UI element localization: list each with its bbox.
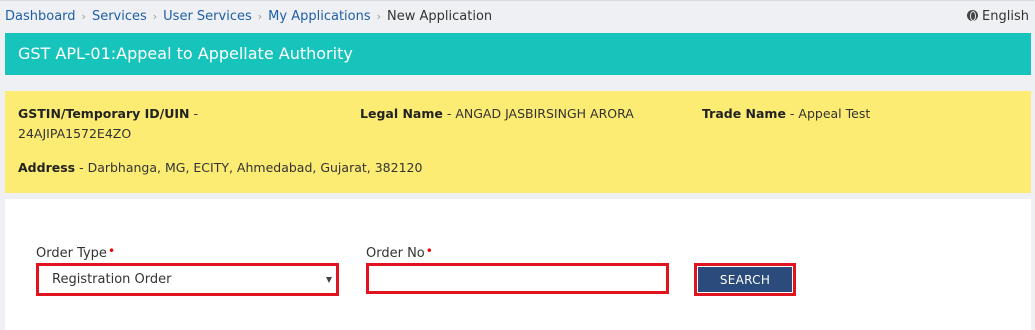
order-no-label: Order No• [366,244,433,261]
required-marker: • [425,244,433,258]
trade-name-dash: - [785,106,799,121]
address-dash: - [75,160,88,175]
breadcrumb-separator: › [257,10,263,23]
order-no-input[interactable] [366,263,669,294]
gstin-info: GSTIN/Temporary ID/UIN - 24AJIPA1572E4ZO [18,104,278,144]
order-type-label: Order Type• [36,244,115,261]
top-bar: Dashboard › Services › User Services › My Appl… [0,0,1035,33]
breadcrumb: Dashboard › Services › User Services › My Appl… [5,9,492,25]
order-type-selected-value: Registration Order [52,272,172,287]
search-button[interactable]: SEARCH [698,267,792,292]
breadcrumb-separator: › [81,10,86,23]
trade-name-info: Trade Name - Appeal Test [702,104,870,124]
legal-name-info: Legal Name - ANGAD JASBIRSINGH ARORA [360,104,634,124]
breadcrumb-current: New Application [387,9,493,24]
language-selector[interactable]: English [967,9,1029,25]
address-label: Address [18,160,76,175]
breadcrumb-services[interactable]: Services [92,9,147,24]
legal-name-value: ANGAD JASBIRSINGH ARORA [455,106,634,121]
legal-name-label: Legal Name [360,106,443,121]
order-type-select[interactable]: Registration Order [36,263,339,296]
order-no-label-text: Order No [366,246,425,261]
breadcrumb-user-services[interactable]: User Services [163,9,252,24]
dropdown-arrow-icon [326,277,332,283]
taxpayer-info-box: GSTIN/Temporary ID/UIN - 24AJIPA1572E4ZO… [5,91,1031,193]
globe-icon [967,10,979,21]
trade-name-label: Trade Name [702,106,786,121]
legal-name-dash: - [442,106,456,121]
gstin-label: GSTIN/Temporary ID/UIN [18,106,190,121]
gstin-value: 24AJIPA1572E4ZO [18,126,132,141]
language-label: English [982,9,1029,24]
search-button-highlight: SEARCH [694,263,796,296]
breadcrumb-separator: › [376,10,382,23]
required-marker: • [107,244,116,258]
order-search-form: Order Type• Registration Order Order No•… [5,199,1031,330]
breadcrumb-my-applications[interactable]: My Applications [268,9,370,24]
breadcrumb-separator: › [152,10,158,23]
breadcrumb-dashboard[interactable]: Dashboard [5,9,76,24]
gstin-dash: - [189,106,198,121]
address-value: Darbhanga, MG, ECITY, Ahmedabad, Gujarat… [87,160,423,175]
page-title: GST APL-01:Appeal to Appellate Authority [5,33,1031,75]
address-info: Address - Darbhanga, MG, ECITY, Ahmedaba… [18,158,422,178]
order-type-label-text: Order Type [36,246,107,261]
trade-name-value: Appeal Test [798,106,871,121]
